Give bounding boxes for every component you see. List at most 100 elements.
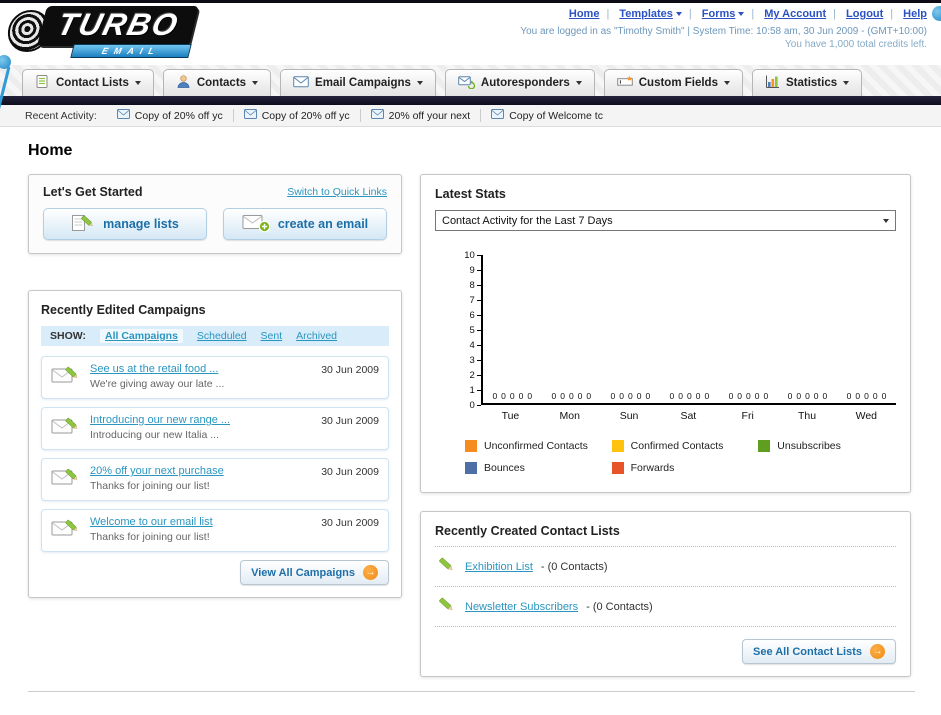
legend-item: Unconfirmed Contacts (465, 440, 612, 452)
chart-x-label: Thu (797, 410, 817, 422)
chart-y-tick: 2 (469, 369, 481, 381)
chart-value-label: 0 (518, 391, 524, 401)
chart-value-label: 0 (577, 391, 583, 401)
chart-value-label: 0 (669, 391, 675, 401)
campaign-title-link[interactable]: 20% off your next purchase (90, 465, 312, 477)
chart-plot-groups: 00000000000000000000000000000000000 (480, 255, 896, 405)
stats-period-select[interactable]: Contact Activity for the Last 7 Days (435, 210, 896, 231)
nav-tab-contact-lists[interactable]: Contact Lists (22, 69, 154, 96)
recent-activity-item[interactable]: Copy of 20% off yc (107, 109, 234, 122)
chart-group: 00000 (542, 255, 601, 403)
nav-tab-email-campaigns[interactable]: Email Campaigns (280, 69, 436, 96)
legend-label: Forwards (630, 462, 675, 474)
chart-value-label: 0 (754, 391, 760, 401)
chart-x-label: Fri (741, 410, 754, 422)
show-label: SHOW: (50, 330, 86, 342)
chart-y-tick: 0 (469, 399, 481, 411)
chart-y-tick: 8 (469, 279, 481, 291)
chart-y-tick: 7 (469, 294, 481, 306)
switch-quick-links-link[interactable]: Switch to Quick Links (287, 186, 387, 198)
chart-value-label: 0 (509, 391, 515, 401)
tab-archived[interactable]: Archived (296, 330, 337, 342)
campaign-title-link[interactable]: Welcome to our email list (90, 516, 312, 528)
manage-lists-button[interactable]: manage lists (43, 208, 207, 240)
envelope-icon (491, 109, 505, 122)
top-link-help[interactable]: Help (903, 8, 927, 20)
create-email-button[interactable]: create an email (223, 208, 387, 240)
chart-value-label: 0 (619, 391, 624, 401)
contact-lists-icon (35, 74, 50, 92)
contacts-icon (176, 74, 191, 92)
logo-sub-text: EMAIL (100, 46, 162, 56)
campaign-title-link[interactable]: See us at the retail food ... (90, 363, 312, 375)
chart-y-tick: 3 (469, 354, 481, 366)
campaign-title-link[interactable]: Introducing our new range ... (90, 414, 312, 426)
campaigns-panel-title: Recently Edited Campaigns (41, 303, 206, 317)
main-nav: Contact Lists Contacts Email Campaigns A… (0, 65, 941, 96)
chart-y-tick: 1 (469, 384, 481, 396)
chevron-down-icon (723, 81, 730, 85)
nav-tab-contacts[interactable]: Contacts (162, 69, 272, 96)
chart-y-tick: 10 (464, 249, 481, 261)
see-all-contact-lists-label: See All Contact Lists (752, 645, 862, 658)
chart-value-label: 0 (610, 391, 616, 401)
recent-activity-text: Copy of 20% off yc (134, 109, 223, 122)
chart-x-labels: Tue Mon Sun Sat Fri Thu Wed (481, 410, 896, 422)
recent-activity-item[interactable]: 20% off your next (361, 109, 482, 122)
nav-tab-label: Email Campaigns (315, 77, 411, 89)
nav-tab-autoresponders[interactable]: Autoresponders (444, 69, 595, 96)
chart-value-label: 0 (678, 391, 683, 401)
tab-scheduled[interactable]: Scheduled (197, 330, 247, 342)
view-all-campaigns-button[interactable]: View All Campaigns (240, 560, 389, 585)
top-link-home[interactable]: Home (569, 8, 600, 20)
recent-activity-bar: Recent Activity: Copy of 20% off yc Copy… (0, 105, 941, 127)
tab-sent[interactable]: Sent (261, 330, 283, 342)
logo-email-strip: EMAIL (70, 44, 192, 58)
contact-list-link[interactable]: Exhibition List (465, 561, 533, 573)
chart-value-label: 0 (586, 391, 592, 401)
top-link-my-account[interactable]: My Account (764, 8, 826, 20)
view-all-campaigns-label: View All Campaigns (251, 566, 355, 579)
nav-tab-custom-fields[interactable]: Custom Fields (603, 69, 743, 96)
logo-block: TURBO (37, 6, 200, 46)
chart-group: 00000 (660, 255, 719, 403)
chart-value-label: 0 (813, 391, 819, 401)
contact-list-count: - (0 Contacts) (586, 600, 653, 613)
chart-value-label: 0 (728, 391, 734, 401)
recent-activity-item[interactable]: Copy of Welcome tc (481, 109, 613, 122)
chart-y-axis: 10 9 8 7 6 5 4 3 2 1 0 (461, 250, 481, 411)
campaign-subtitle: Thanks for joining our list! (90, 480, 210, 492)
chart-x-label: Wed (855, 410, 877, 422)
chart-group: 00000 (719, 255, 778, 403)
nav-tab-statistics[interactable]: Statistics (751, 69, 863, 96)
top-link-forms[interactable]: Forms (702, 8, 736, 20)
stats-panel-title: Latest Stats (435, 187, 506, 201)
autoresponders-icon (458, 75, 476, 92)
arrow-right-icon (363, 565, 378, 580)
top-link-templates[interactable]: Templates (619, 8, 673, 20)
arrow-right-icon (870, 644, 885, 659)
legend-label: Unconfirmed Contacts (484, 440, 588, 452)
header: TURBO EMAIL Home Templates Forms My Acco… (0, 3, 941, 65)
chart-x-label: Mon (559, 410, 580, 422)
campaign-date: 30 Jun 2009 (321, 415, 379, 427)
chart-y-tick: 9 (469, 264, 481, 276)
recent-activity-text: Copy of Welcome tc (509, 109, 603, 122)
top-link-logout[interactable]: Logout (846, 8, 883, 20)
main-content: Home Let's Get Started Switch to Quick L… (0, 127, 941, 715)
chart-group: 00000 (601, 255, 660, 403)
contact-list-link[interactable]: Newsletter Subscribers (465, 601, 578, 613)
create-email-label: create an email (277, 217, 369, 231)
tab-all-campaigns[interactable]: All Campaigns (99, 329, 183, 343)
see-all-contact-lists-button[interactable]: See All Contact Lists (741, 639, 896, 664)
campaign-row: Introducing our new range ... Introducin… (41, 407, 389, 450)
latest-stats-panel: Latest Stats Contact Activity for the La… (420, 174, 911, 493)
recent-activity-item[interactable]: Copy of 20% off yc (234, 109, 361, 122)
recent-activity-text: 20% off your next (388, 109, 471, 122)
legend-label: Confirmed Contacts (630, 440, 724, 452)
legend-label: Bounces (484, 462, 525, 474)
custom-fields-icon (616, 75, 633, 91)
legend-item: Unsubscribes (758, 440, 905, 452)
chart-value-label: 0 (822, 391, 828, 401)
legend-swatch-icon (611, 440, 624, 452)
